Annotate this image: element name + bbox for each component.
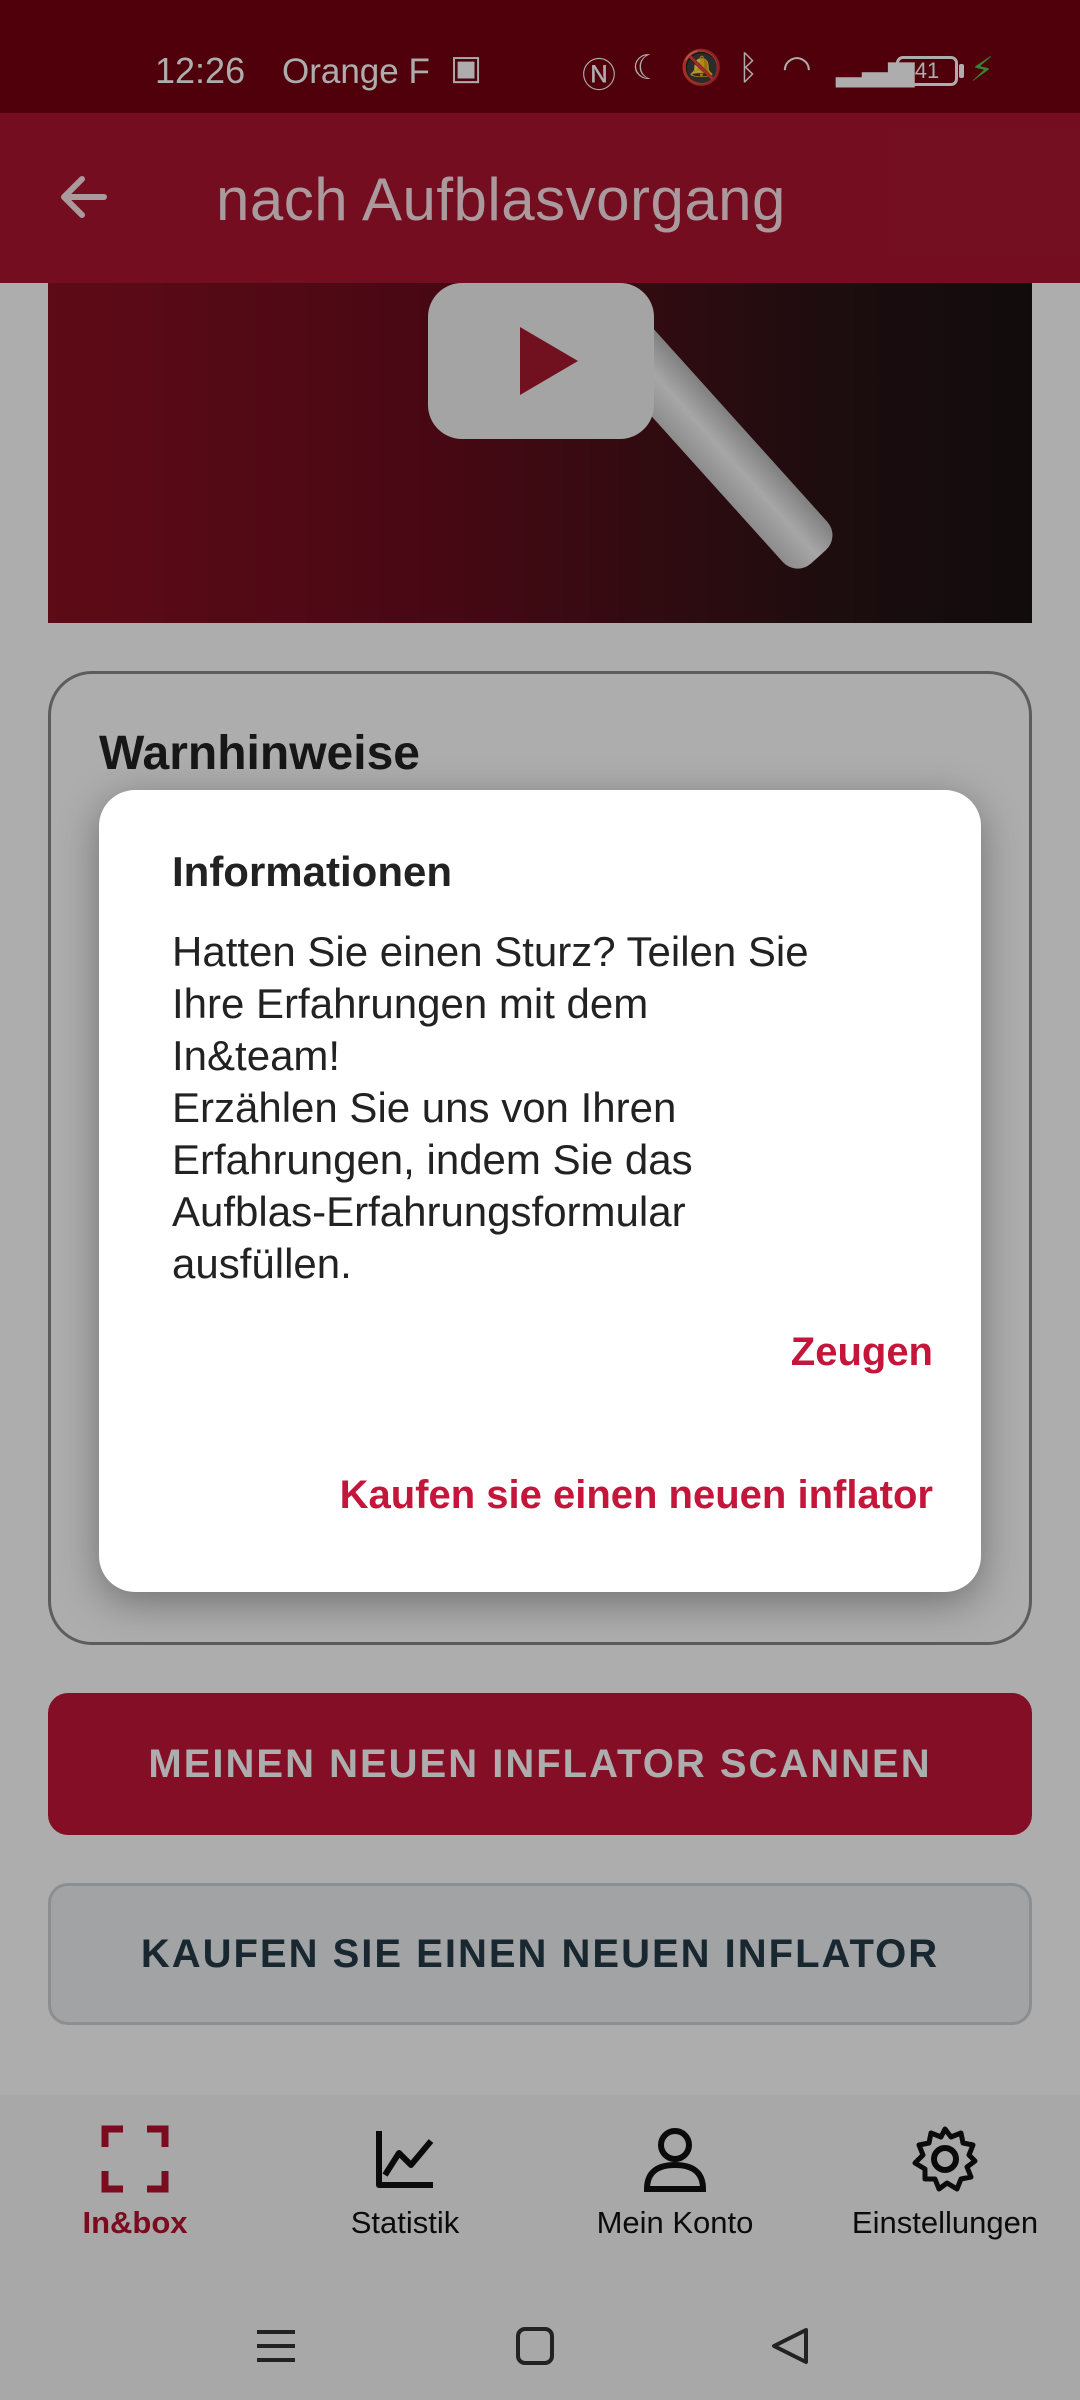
dialog-body-line: Aufblas-Erfahrungsformular (172, 1188, 686, 1235)
info-dialog: Informationen Hatten Sie einen Sturz? Te… (99, 790, 981, 1592)
dialog-body: Hatten Sie einen Sturz? Teilen Sie Ihre … (172, 926, 932, 1290)
dialog-title: Informationen (172, 848, 452, 895)
dialog-body-line: Hatten Sie einen Sturz? Teilen Sie (172, 928, 809, 975)
dialog-body-line: ausfüllen. (172, 1240, 352, 1287)
dialog-body-line: Erfahrungen, indem Sie das (172, 1136, 693, 1183)
dialog-body-line: Ihre Erfahrungen mit dem (172, 980, 649, 1027)
dialog-body-line: Erzählen Sie uns von Ihren (172, 1084, 677, 1131)
dialog-show-button[interactable]: Zeugen (791, 1330, 933, 1375)
dialog-buy-button[interactable]: Kaufen sie einen neuen inflator (340, 1473, 933, 1518)
dialog-body-line: In&team! (172, 1032, 341, 1079)
